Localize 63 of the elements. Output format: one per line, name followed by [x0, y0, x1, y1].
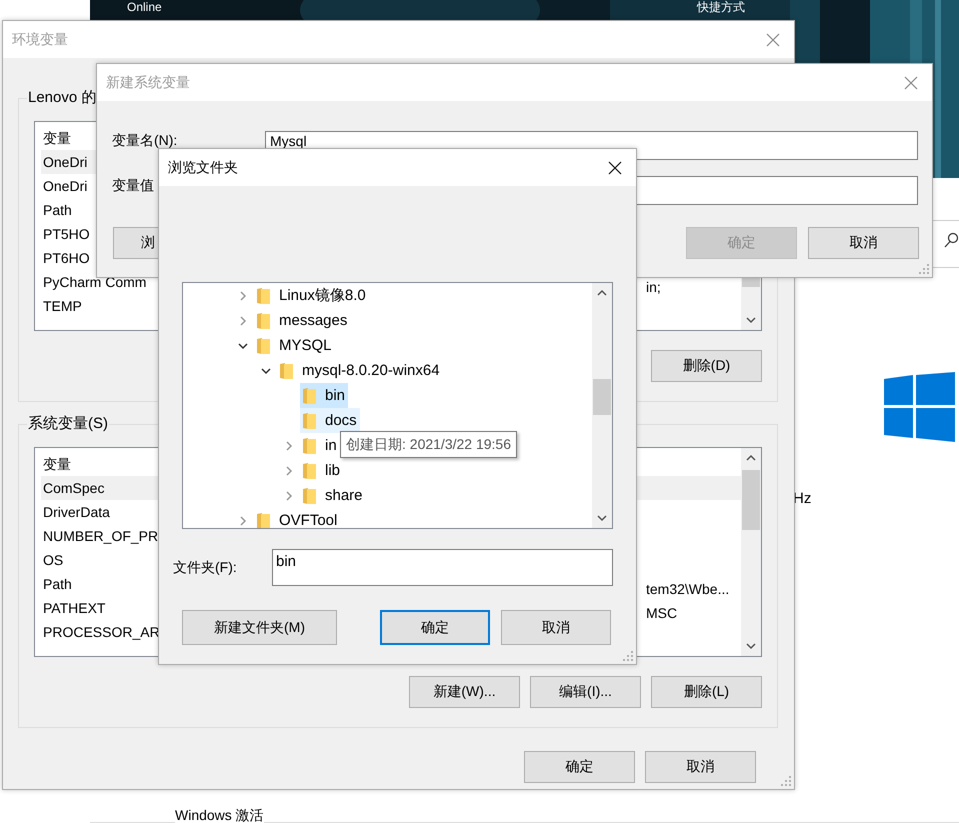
scrollbar-thumb[interactable] [593, 379, 611, 415]
resize-grip-icon[interactable] [918, 263, 930, 275]
chevron-right-icon[interactable] [238, 290, 248, 302]
scrollbar[interactable] [741, 448, 761, 656]
dialog-button[interactable]: 新建文件夹(M) [182, 610, 337, 645]
resize-grip-icon[interactable] [622, 650, 634, 662]
folder-icon [256, 286, 270, 304]
field-label: 文件夹(F): [173, 558, 238, 576]
search-icon[interactable] [944, 232, 958, 248]
desktop-label: 快捷方式 [697, 0, 745, 14]
tree-item[interactable]: docs [300, 408, 360, 433]
dialog-button[interactable]: 新建(W)... [409, 676, 520, 708]
desktop-label: Online [127, 0, 162, 14]
tooltip: 创建日期: 2021/3/22 19:56 [340, 431, 517, 458]
column-header: 变量 [42, 129, 71, 148]
dialog-button[interactable]: 编辑(I)... [530, 676, 641, 708]
tree-item[interactable]: Linux镜像8.0 [254, 283, 369, 308]
dialog-button[interactable]: 取消 [808, 227, 919, 259]
windows-logo-icon [884, 372, 955, 442]
chevron-right-icon[interactable] [284, 440, 294, 452]
scrollbar-thumb[interactable] [742, 470, 760, 530]
window-title: 浏览文件夹 [168, 158, 238, 176]
chevron-right-icon[interactable] [284, 490, 294, 502]
folder-icon [302, 462, 316, 480]
folder-icon [256, 336, 270, 354]
section-heading: Windows 激活 [175, 807, 264, 823]
field-label: 变量值 [112, 176, 155, 193]
dialog-button[interactable]: 确定 [524, 751, 635, 783]
chevron-down-icon[interactable] [260, 366, 272, 376]
tree-item[interactable]: lib [300, 458, 344, 483]
dialog-button[interactable]: 确定 [380, 610, 490, 645]
tree-item[interactable]: MYSQL [254, 333, 335, 358]
folder-icon [279, 362, 293, 380]
folder-icon [302, 386, 316, 404]
field-label: 变量名(N): [112, 131, 178, 148]
chevron-down-icon[interactable] [236, 340, 248, 350]
tree-item[interactable]: OVFTool [254, 508, 340, 528]
dialog-button[interactable]: 删除(D) [651, 350, 762, 382]
folder-icon [256, 312, 270, 330]
folder-icon [302, 486, 316, 504]
folder-icon [302, 412, 316, 430]
tree-item[interactable]: in [300, 433, 340, 458]
tree-item[interactable]: share [300, 483, 366, 508]
tree-item[interactable]: messages [254, 308, 350, 333]
window-title: 环境变量 [12, 30, 68, 48]
chevron-right-icon[interactable] [238, 514, 248, 526]
chevron-right-icon[interactable] [238, 314, 248, 326]
tree-item[interactable]: bin [300, 383, 348, 408]
scrollbar[interactable] [592, 283, 612, 528]
dialog-button[interactable]: 取消 [501, 610, 611, 645]
chevron-right-icon[interactable] [284, 464, 294, 476]
group-label: Lenovo 的 [27, 88, 98, 107]
dialog-button[interactable]: 取消 [645, 751, 756, 783]
folder-icon [256, 512, 270, 528]
window-title: 新建系统变量 [106, 74, 190, 92]
tree-item[interactable]: mysql-8.0.20-winx64 [277, 358, 443, 383]
folder-icon [302, 436, 316, 454]
column-header: 变量 [42, 455, 71, 474]
resize-grip-icon[interactable] [780, 775, 792, 787]
close-icon[interactable] [608, 160, 622, 174]
group-label: 系统变量(S) [27, 414, 109, 433]
dialog-button[interactable]: 删除(L) [651, 676, 762, 708]
input-field[interactable]: bin [272, 549, 613, 586]
